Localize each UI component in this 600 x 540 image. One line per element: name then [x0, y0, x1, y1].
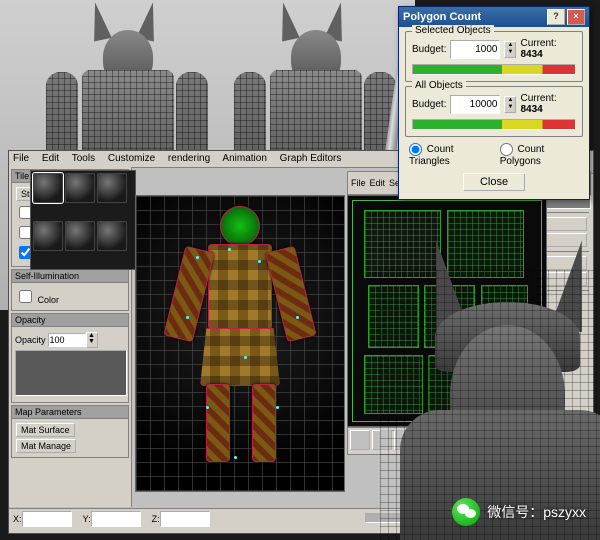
uv-tool-icon[interactable] [350, 430, 370, 450]
coord-x-input[interactable] [22, 511, 72, 527]
menu-rendering[interactable]: rendering [168, 153, 210, 164]
material-slot[interactable] [33, 173, 63, 203]
wechat-label: 微信号：pszyxx [487, 502, 586, 522]
all-budget-bar [412, 119, 576, 130]
character-rig [170, 210, 310, 473]
dialog-title: Polygon Count [403, 11, 481, 23]
uw-menu-file[interactable]: File [351, 178, 366, 188]
count-polygons-radio[interactable]: Count Polygons [500, 143, 579, 167]
selected-current-value: 8434 [520, 49, 542, 60]
material-editor[interactable] [30, 170, 136, 270]
uv-tool-icon[interactable] [438, 430, 458, 450]
uv-tool-icon[interactable] [372, 430, 392, 450]
viewport-uv-editor[interactable] [347, 195, 547, 427]
menu-edit[interactable]: Edit [42, 153, 59, 164]
rollout-opacity: Opacity Opacity ▲▼ [11, 313, 129, 403]
menubar[interactable]: File Edit Tools Customize rendering Anim… [9, 151, 453, 168]
menu-customize[interactable]: Customize [108, 153, 155, 164]
close-icon[interactable]: × [567, 9, 585, 25]
close-button[interactable]: Close [463, 173, 525, 191]
count-triangles-radio[interactable]: Count Triangles [409, 143, 488, 167]
menu-tools[interactable]: Tools [72, 153, 95, 164]
uv-label: UV [464, 435, 477, 445]
group-label: All Objects [412, 80, 466, 91]
all-current-value: 8434 [520, 104, 542, 115]
selected-budget-bar [412, 64, 576, 75]
dialog-titlebar[interactable]: Polygon Count ? × [399, 7, 589, 27]
current-label: Current: [520, 38, 556, 49]
spinner-icon[interactable]: ▲▼ [504, 96, 516, 113]
spinner-icon[interactable]: ▲▼ [504, 41, 516, 58]
group-all-objects: All Objects Budget: ▲▼ Current: 8434 [405, 86, 583, 137]
rollout-title: Self-Illumination [12, 270, 128, 283]
uw-menu-edit[interactable]: Edit [370, 178, 386, 188]
selected-budget-input[interactable] [450, 40, 500, 59]
mat-manage-button[interactable]: Mat Manage [16, 439, 76, 453]
polygon-count-dialog[interactable]: Polygon Count ? × Selected Objects Budge… [398, 6, 590, 200]
wechat-icon [452, 498, 480, 526]
coord-y: Y: [83, 511, 141, 527]
menu-animation[interactable]: Animation [222, 153, 266, 164]
coord-z-input[interactable] [160, 511, 210, 527]
material-slot[interactable] [33, 221, 63, 251]
uv-tool-icon[interactable] [394, 430, 414, 450]
material-slot[interactable] [65, 173, 95, 203]
material-slot[interactable] [97, 221, 127, 251]
opacity-input[interactable] [48, 333, 86, 347]
mat-surface-button[interactable]: Mat Surface [16, 423, 75, 437]
spinner-icon[interactable]: ▲▼ [86, 332, 98, 348]
group-label: Selected Objects [412, 25, 494, 36]
uv-tool-icon[interactable] [416, 430, 436, 450]
budget-label: Budget: [412, 44, 446, 55]
all-budget-input[interactable] [450, 95, 500, 114]
current-label: Current: [520, 93, 556, 104]
rollout-map: Map Parameters Mat Surface Mat Manage [11, 405, 129, 458]
rollout-title: Map Parameters [12, 406, 128, 419]
rollout-title: Opacity [12, 314, 128, 327]
material-slot[interactable] [97, 173, 127, 203]
help-button[interactable]: ? [547, 9, 565, 25]
viewport-perspective[interactable] [135, 195, 345, 492]
menu-graph-editors[interactable]: Graph Editors [280, 153, 342, 164]
wechat-watermark: 微信号：pszyxx [452, 498, 586, 526]
coord-z: Z: [152, 511, 210, 527]
group-selected-objects: Selected Objects Budget: ▲▼ Current: 843… [405, 31, 583, 82]
budget-label: Budget: [412, 99, 446, 110]
material-swatch[interactable] [15, 350, 127, 396]
coord-x: X: [13, 511, 72, 527]
coord-y-input[interactable] [91, 511, 141, 527]
unwrap-bottom-toolbar[interactable]: UV [347, 427, 547, 455]
opacity-label: Opacity [15, 335, 46, 345]
menu-file[interactable]: File [13, 153, 29, 164]
rollout-selfillum: Self-Illumination Color [11, 269, 129, 311]
material-slot[interactable] [65, 221, 95, 251]
color-checkbox[interactable]: Color [15, 287, 125, 306]
